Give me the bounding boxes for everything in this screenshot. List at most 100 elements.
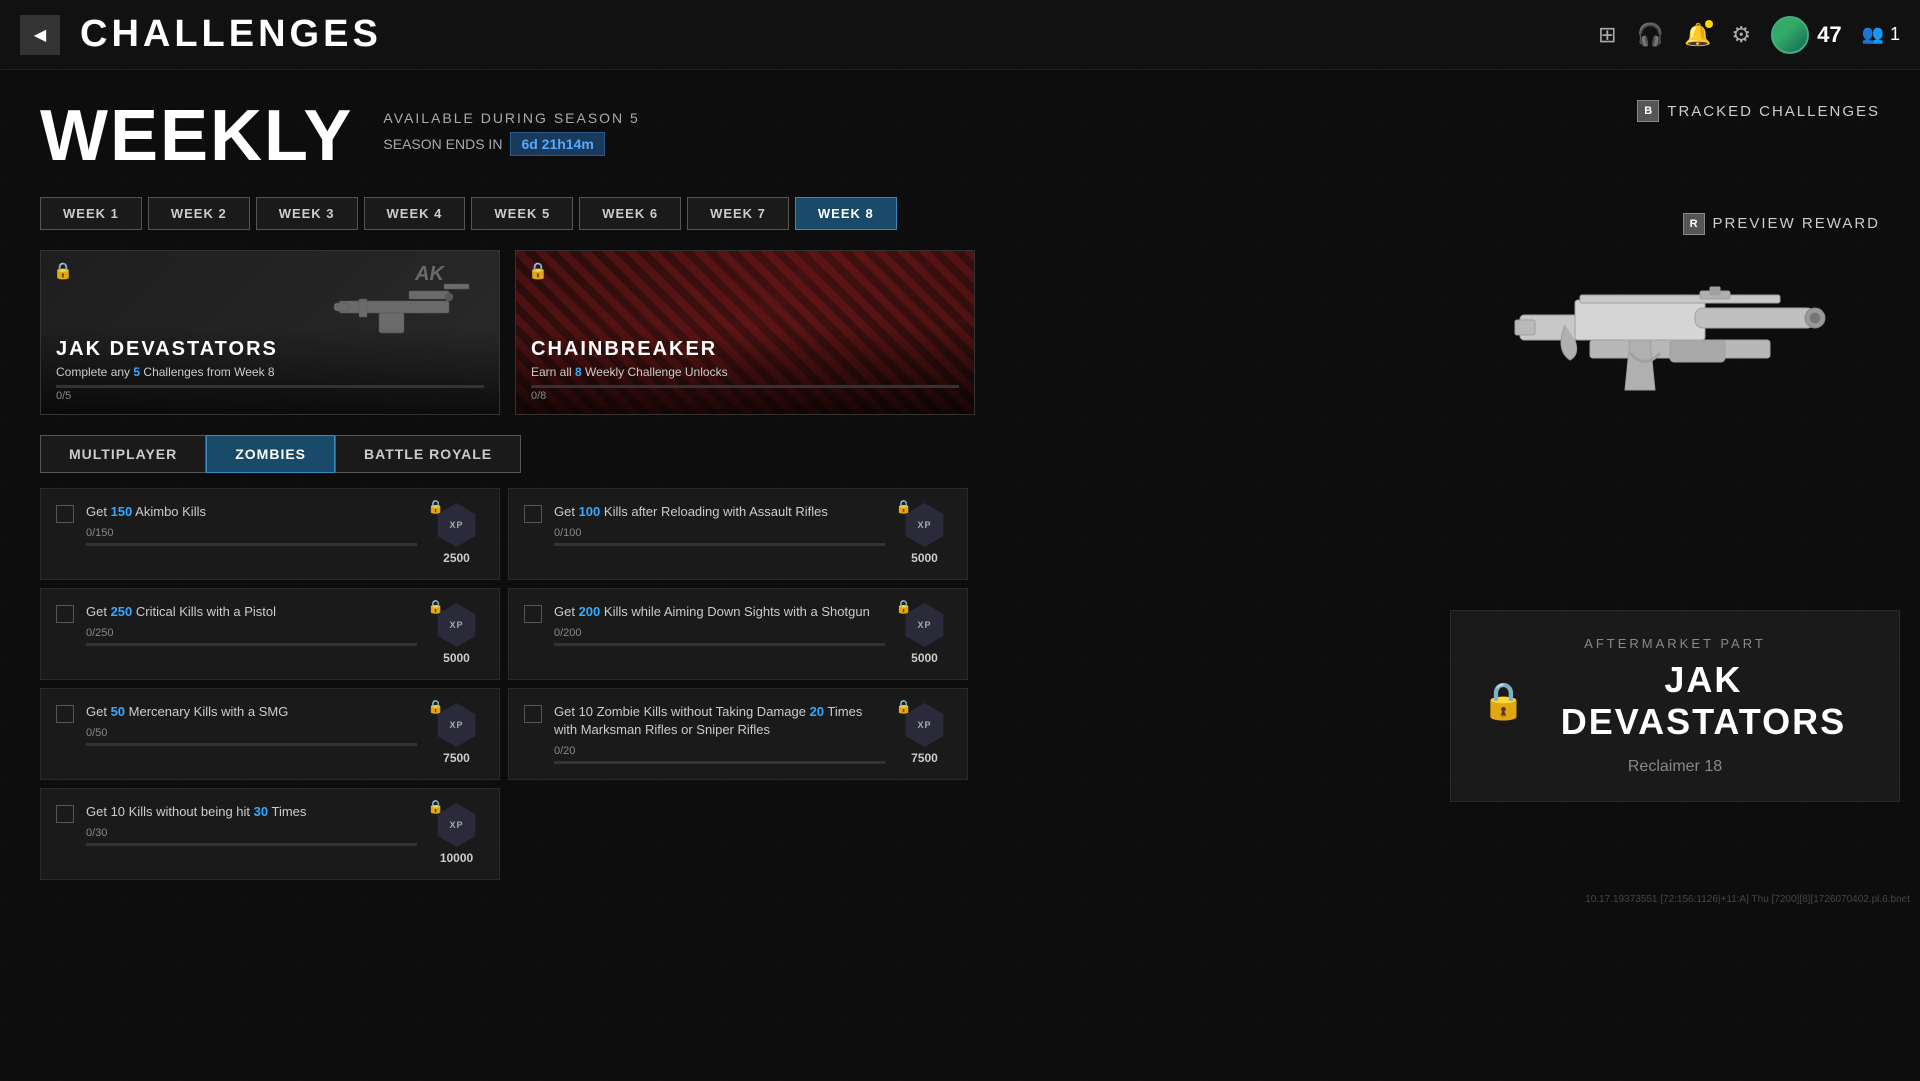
notification-icon[interactable]: 🔔: [1684, 22, 1711, 48]
challenge-highlight-1: 150: [111, 504, 133, 519]
challenge-highlight-5: 50: [111, 704, 125, 719]
jak-card-name: JAK DEVASTATORS: [56, 338, 484, 361]
nav-right: ⊞ 🎧 🔔 ⚙ 47 👥 1: [1598, 16, 1900, 54]
avatar: [1771, 16, 1809, 54]
xp-amount-4: 5000: [911, 651, 938, 665]
challenge-item-4: Get 200 Kills while Aiming Down Sights w…: [508, 588, 968, 680]
challenge-progress-bar-1: [86, 543, 417, 546]
xp-amount-2: 5000: [911, 551, 938, 565]
challenge-text-2: Get 100 Kills after Reloading with Assau…: [554, 503, 885, 521]
challenge-highlight-6: 20: [810, 704, 824, 719]
challenge-progress-bar-4: [554, 643, 885, 646]
xp-amount-5: 7500: [443, 751, 470, 765]
chain-highlight: 8: [575, 365, 582, 379]
challenge-checkbox-6[interactable]: [524, 705, 542, 723]
mode-tab-multiplayer[interactable]: MULTIPLAYER: [40, 435, 206, 473]
top-nav: ◀ CHALLENGES ⊞ 🎧 🔔 ⚙ 47 👥 1: [0, 0, 1920, 70]
challenge-checkbox-5[interactable]: [56, 705, 74, 723]
challenge-text-4: Get 200 Kills while Aiming Down Sights w…: [554, 603, 885, 621]
challenge-checkbox-3[interactable]: [56, 605, 74, 623]
week-tab-2[interactable]: WEEK 2: [148, 197, 250, 230]
reward-weapon-name-text: JAK DEVASTATORS: [1538, 659, 1869, 743]
challenge-item-5: Get 50 Mercenary Kills with a SMG 0/50 🔒…: [40, 688, 500, 780]
challenge-highlight-7: 30: [254, 804, 268, 819]
reward-weapon-name: 🔒 JAK DEVASTATORS: [1481, 659, 1869, 743]
chain-card-name: CHAINBREAKER: [531, 338, 959, 361]
challenge-info-7: Get 10 Kills without being hit 30 Times …: [86, 803, 417, 846]
settings-icon[interactable]: ⚙: [1731, 22, 1751, 48]
challenge-item-7: Get 10 Kills without being hit 30 Times …: [40, 788, 500, 880]
jak-card-desc: Complete any 5 Challenges from Week 8: [56, 365, 484, 379]
challenge-item-2: Get 100 Kills after Reloading with Assau…: [508, 488, 968, 580]
challenge-highlight-2: 100: [579, 504, 601, 519]
challenge-progress-text-6: 0/20: [554, 745, 885, 757]
season-ends: SEASON ENDS IN 6d 21h14m: [383, 132, 639, 156]
week-tab-4[interactable]: WEEK 4: [364, 197, 466, 230]
weapon-preview-svg: [1500, 195, 1850, 475]
right-panel: AFTERMARKET PART 🔒 JAK DEVASTATORS Recla…: [1430, 70, 1920, 850]
xp-label-6: XP: [917, 720, 931, 730]
chain-progress-bar-outer: [531, 385, 959, 388]
timer-badge: 6d 21h14m: [510, 132, 604, 156]
challenge-checkbox-4[interactable]: [524, 605, 542, 623]
season-info: AVAILABLE DURING SEASON 5 SEASON ENDS IN…: [383, 100, 639, 156]
week-tab-8[interactable]: WEEK 8: [795, 197, 897, 230]
challenge-progress-bar-2: [554, 543, 885, 546]
week-tabs: WEEK 1 WEEK 2 WEEK 3 WEEK 4 WEEK 5 WEEK …: [40, 197, 897, 230]
week-tab-1[interactable]: WEEK 1: [40, 197, 142, 230]
xp-amount-6: 7500: [911, 751, 938, 765]
challenge-highlight-4: 200: [579, 604, 601, 619]
challenge-text-6: Get 10 Zombie Kills without Taking Damag…: [554, 703, 885, 739]
chain-lock-icon: 🔒: [528, 261, 548, 281]
season-ends-label: SEASON ENDS IN: [383, 136, 502, 152]
weekly-title: WEEKLY: [40, 100, 353, 172]
challenge-progress-text-3: 0/250: [86, 627, 417, 639]
challenge-progress-text-4: 0/200: [554, 627, 885, 639]
mode-tab-zombies[interactable]: ZOMBIES: [206, 435, 335, 473]
xp-label-7: XP: [449, 820, 463, 830]
xp-amount-7: 10000: [440, 851, 473, 865]
challenge-text-5: Get 50 Mercenary Kills with a SMG: [86, 703, 417, 721]
jak-progress-text: 0/5: [56, 390, 484, 402]
chain-card-desc: Earn all 8 Weekly Challenge Unlocks: [531, 365, 959, 379]
challenge-progress-bar-3: [86, 643, 417, 646]
challenge-progress-bar-7: [86, 843, 417, 846]
challenge-text-3: Get 250 Critical Kills with a Pistol: [86, 603, 417, 621]
challenge-info-3: Get 250 Critical Kills with a Pistol 0/2…: [86, 603, 417, 646]
chain-card-content: CHAINBREAKER Earn all 8 Weekly Challenge…: [516, 326, 974, 414]
headset-icon[interactable]: 🎧: [1637, 22, 1664, 48]
week-tab-5[interactable]: WEEK 5: [471, 197, 573, 230]
mode-tab-battle-royale[interactable]: BATTLE ROYALE: [335, 435, 521, 473]
chain-progress-text: 0/8: [531, 390, 959, 402]
challenge-checkbox-7[interactable]: [56, 805, 74, 823]
xp-label-1: XP: [449, 520, 463, 530]
reward-type-label: AFTERMARKET PART: [1481, 636, 1869, 651]
xp-label-5: XP: [449, 720, 463, 730]
challenge-checkbox-1[interactable]: [56, 505, 74, 523]
squad-icon: 👥: [1862, 24, 1884, 45]
jak-reward-card[interactable]: 🔒 AK JAK DEVASTATORS: [40, 250, 500, 415]
reward-weapon-sub: Reclaimer 18: [1481, 758, 1869, 776]
chain-reward-card[interactable]: 🔒 CHAINBREAKER Earn all 8 Weekly Challen…: [515, 250, 975, 415]
challenge-text-7: Get 10 Kills without being hit 30 Times: [86, 803, 417, 821]
back-button[interactable]: ◀: [20, 15, 60, 55]
jak-card-content: JAK DEVASTATORS Complete any 5 Challenge…: [41, 326, 499, 414]
week-tab-6[interactable]: WEEK 6: [579, 197, 681, 230]
week-tab-7[interactable]: WEEK 7: [687, 197, 789, 230]
challenge-highlight-3: 250: [111, 604, 133, 619]
back-icon: ◀: [34, 25, 46, 45]
week-tab-3[interactable]: WEEK 3: [256, 197, 358, 230]
challenge-progress-bar-6: [554, 761, 885, 764]
challenge-info-4: Get 200 Kills while Aiming Down Sights w…: [554, 603, 885, 646]
xp-amount-3: 5000: [443, 651, 470, 665]
jak-highlight: 5: [133, 365, 140, 379]
challenge-checkbox-2[interactable]: [524, 505, 542, 523]
status-bar: 10.17.19373551 [72:156:1126|+11:A] Thu […: [1585, 894, 1910, 905]
challenge-progress-text-5: 0/50: [86, 727, 417, 739]
challenge-text-1: Get 150 Akimbo Kills: [86, 503, 417, 521]
xp-label-3: XP: [449, 620, 463, 630]
challenge-item-6: Get 10 Zombie Kills without Taking Damag…: [508, 688, 968, 780]
level-number: 47: [1817, 22, 1841, 48]
squad-count: 1: [1890, 24, 1900, 45]
grid-icon[interactable]: ⊞: [1598, 22, 1616, 48]
